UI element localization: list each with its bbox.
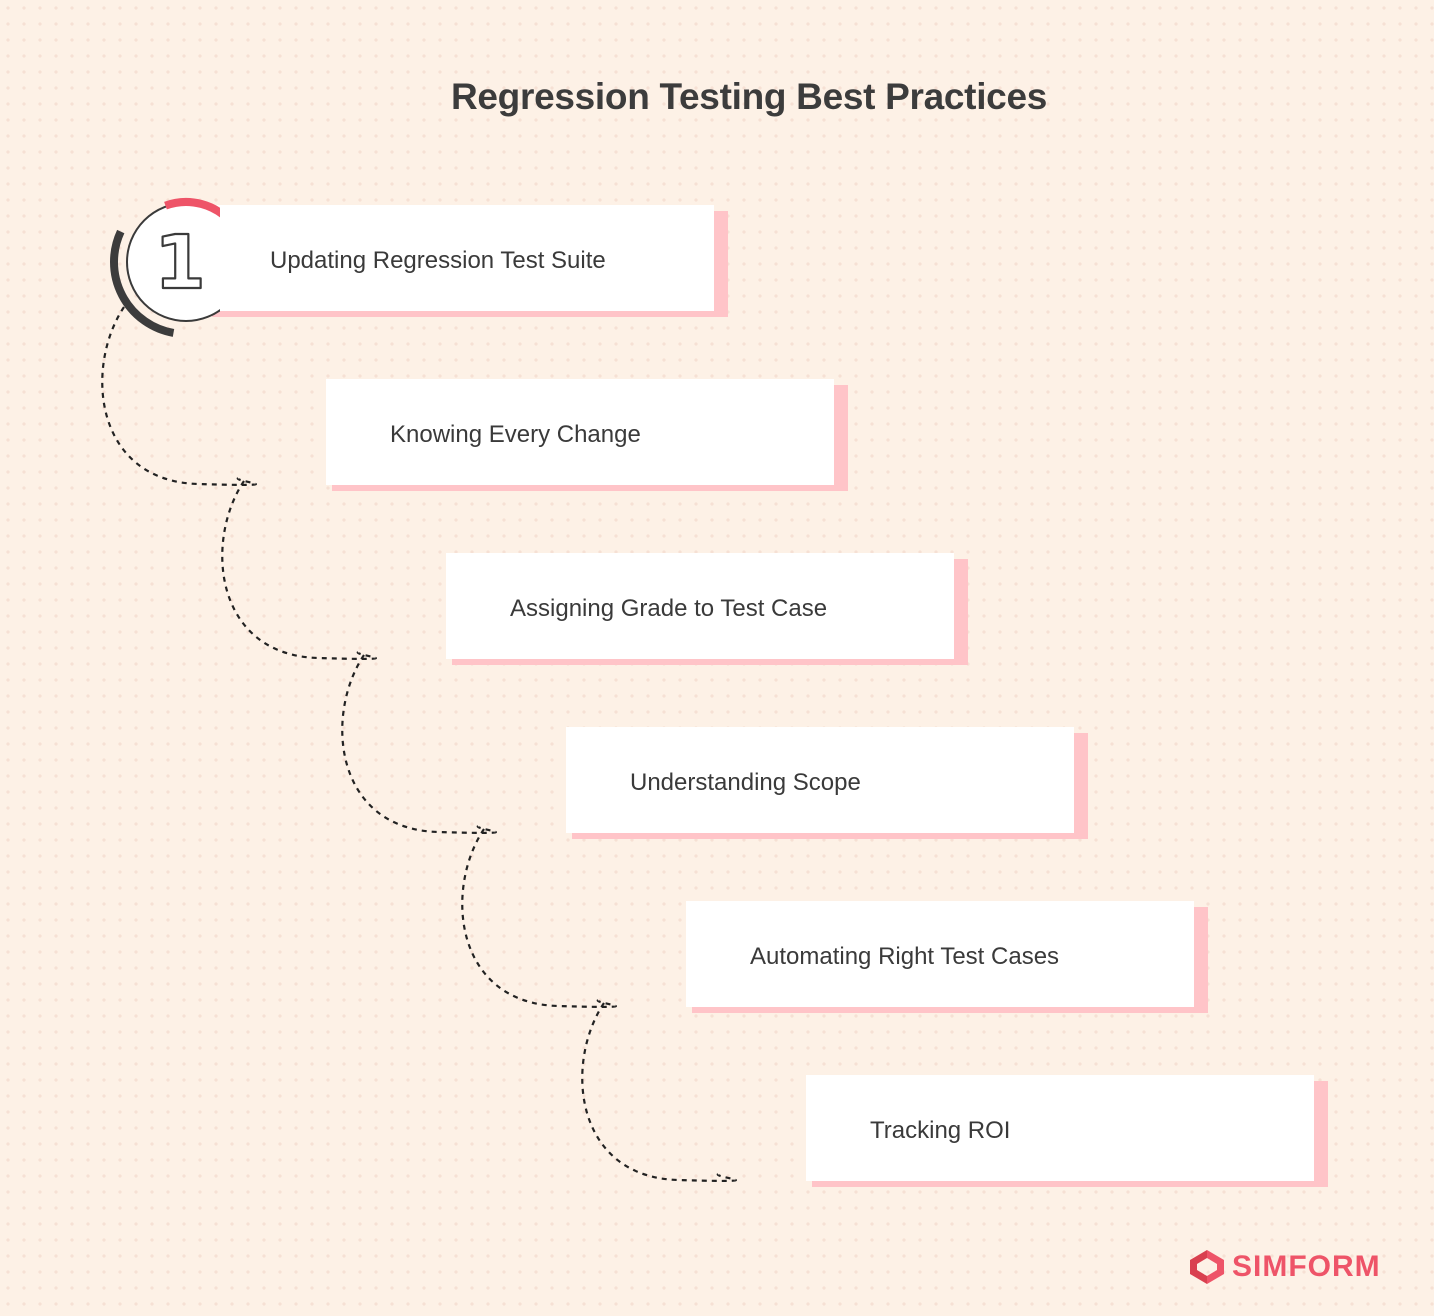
- step-number-badge: 4: [360, 717, 580, 877]
- step-label: Updating Regression Test Suite: [270, 247, 606, 274]
- step-item: 5 Automating Right Test Cases: [480, 891, 1208, 1041]
- simform-logo: SIMFORM: [1188, 1248, 1381, 1286]
- step-number-badge: 5: [480, 891, 700, 1051]
- brand-name: SIMFORM: [1232, 1250, 1381, 1283]
- step-label: Assigning Grade to Test Case: [510, 595, 828, 622]
- step-item: 4 Understanding Scope: [360, 717, 1088, 867]
- step-item: 3 Assigning Grade to Test Case: [240, 543, 968, 693]
- step-label: Understanding Scope: [630, 769, 861, 796]
- step-number: 1: [154, 220, 206, 306]
- step-label: Automating Right Test Cases: [750, 943, 1060, 970]
- step-item: 2 Knowing Every Change: [120, 369, 848, 519]
- step-label: Tracking ROI: [870, 1117, 1011, 1144]
- simform-logo-icon: [1190, 1250, 1224, 1284]
- step-number-badge: 1: [110, 198, 220, 337]
- step-label: Knowing Every Change: [390, 421, 641, 448]
- step-number-badge: 2: [120, 369, 340, 529]
- step-item: 1 Updating Regression Test Suite: [0, 195, 728, 345]
- step-item: 6 Tracking ROI: [600, 1065, 1328, 1215]
- step-number-badge: 3: [240, 543, 460, 703]
- step-number-badge: 6: [600, 1065, 820, 1225]
